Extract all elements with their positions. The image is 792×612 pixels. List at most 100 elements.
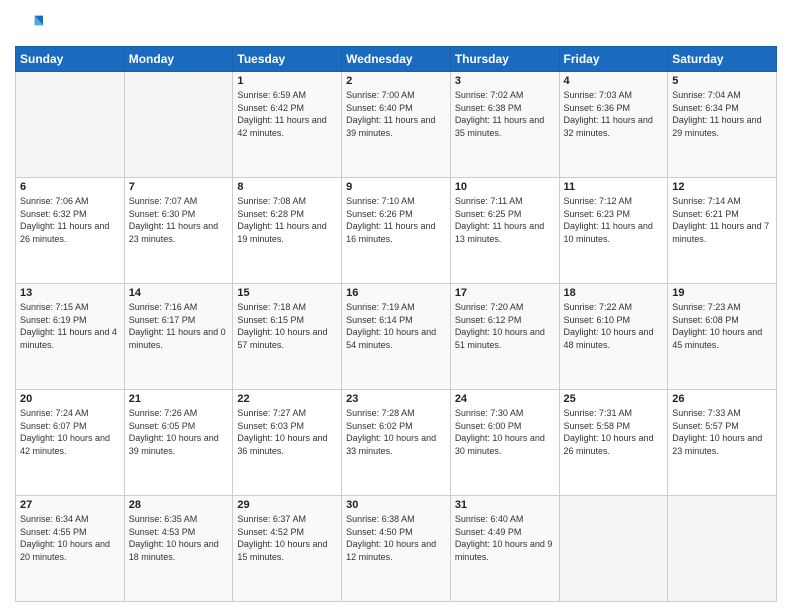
calendar-cell: 19 Sunrise: 7:23 AMSunset: 6:08 PMDayligh… bbox=[668, 284, 777, 390]
day-content: Sunrise: 7:02 AMSunset: 6:38 PMDaylight:… bbox=[455, 89, 555, 139]
day-content: Sunrise: 7:31 AMSunset: 5:58 PMDaylight:… bbox=[564, 407, 664, 457]
day-number: 27 bbox=[20, 499, 120, 511]
day-content: Sunrise: 6:40 AMSunset: 4:49 PMDaylight:… bbox=[455, 513, 555, 563]
day-content: Sunrise: 7:20 AMSunset: 6:12 PMDaylight:… bbox=[455, 301, 555, 351]
day-number: 18 bbox=[564, 287, 664, 299]
day-number: 22 bbox=[237, 393, 337, 405]
calendar-cell: 31Sunrise: 6:40 AMSunset: 4:49 PMDayligh… bbox=[450, 496, 559, 602]
calendar-cell: 8 Sunrise: 7:08 AMSunset: 6:28 PMDaylight… bbox=[233, 178, 342, 284]
day-content: Sunrise: 7:08 AMSunset: 6:28 PMDaylight:… bbox=[237, 195, 337, 245]
day-number: 13 bbox=[20, 287, 120, 299]
day-content: Sunrise: 7:19 AMSunset: 6:14 PMDaylight:… bbox=[346, 301, 446, 351]
calendar-cell bbox=[668, 496, 777, 602]
day-number: 7 bbox=[129, 181, 229, 193]
day-content: Sunrise: 6:38 AMSunset: 4:50 PMDaylight:… bbox=[346, 513, 446, 563]
day-header-monday: Monday bbox=[124, 47, 233, 72]
day-number: 17 bbox=[455, 287, 555, 299]
day-number: 9 bbox=[346, 181, 446, 193]
day-content: Sunrise: 7:11 AMSunset: 6:25 PMDaylight:… bbox=[455, 195, 555, 245]
calendar-cell: 2 Sunrise: 7:00 AMSunset: 6:40 PMDaylight… bbox=[342, 72, 451, 178]
calendar-cell: 9 Sunrise: 7:10 AMSunset: 6:26 PMDaylight… bbox=[342, 178, 451, 284]
calendar-cell: 18 Sunrise: 7:22 AMSunset: 6:10 PMDayligh… bbox=[559, 284, 668, 390]
day-number: 8 bbox=[237, 181, 337, 193]
calendar-cell: 14 Sunrise: 7:16 AMSunset: 6:17 PMDayligh… bbox=[124, 284, 233, 390]
calendar-cell bbox=[16, 72, 125, 178]
calendar-cell: 30Sunrise: 6:38 AMSunset: 4:50 PMDayligh… bbox=[342, 496, 451, 602]
day-header-saturday: Saturday bbox=[668, 47, 777, 72]
day-content: Sunrise: 7:06 AMSunset: 6:32 PMDaylight:… bbox=[20, 195, 120, 245]
calendar-cell: 10 Sunrise: 7:11 AMSunset: 6:25 PMDayligh… bbox=[450, 178, 559, 284]
calendar-cell: 29 Sunrise: 6:37 AMSunset: 4:52 PMDayligh… bbox=[233, 496, 342, 602]
day-number: 11 bbox=[564, 181, 664, 193]
day-number: 28 bbox=[129, 499, 229, 511]
day-number: 21 bbox=[129, 393, 229, 405]
day-content: Sunrise: 7:26 AMSunset: 6:05 PMDaylight:… bbox=[129, 407, 229, 457]
calendar-cell: 27 Sunrise: 6:34 AMSunset: 4:55 PMDayligh… bbox=[16, 496, 125, 602]
day-number: 25 bbox=[564, 393, 664, 405]
day-header-sunday: Sunday bbox=[16, 47, 125, 72]
day-content: Sunrise: 7:28 AMSunset: 6:02 PMDaylight:… bbox=[346, 407, 446, 457]
day-content: Sunrise: 7:16 AMSunset: 6:17 PMDaylight:… bbox=[129, 301, 229, 351]
day-header-wednesday: Wednesday bbox=[342, 47, 451, 72]
calendar-week-1: 1 Sunrise: 6:59 AMSunset: 6:42 PMDaylight… bbox=[16, 72, 777, 178]
calendar-header-row: SundayMondayTuesdayWednesdayThursdayFrid… bbox=[16, 47, 777, 72]
calendar-cell: 13 Sunrise: 7:15 AMSunset: 6:19 PMDayligh… bbox=[16, 284, 125, 390]
day-content: Sunrise: 7:00 AMSunset: 6:40 PMDaylight:… bbox=[346, 89, 446, 139]
day-header-thursday: Thursday bbox=[450, 47, 559, 72]
day-number: 1 bbox=[237, 75, 337, 87]
day-content: Sunrise: 6:35 AMSunset: 4:53 PMDaylight:… bbox=[129, 513, 229, 563]
calendar-cell: 26 Sunrise: 7:33 AMSunset: 5:57 PMDayligh… bbox=[668, 390, 777, 496]
day-header-tuesday: Tuesday bbox=[233, 47, 342, 72]
day-content: Sunrise: 6:34 AMSunset: 4:55 PMDaylight:… bbox=[20, 513, 120, 563]
day-number: 26 bbox=[672, 393, 772, 405]
calendar-cell: 22 Sunrise: 7:27 AMSunset: 6:03 PMDayligh… bbox=[233, 390, 342, 496]
calendar-week-2: 6 Sunrise: 7:06 AMSunset: 6:32 PMDaylight… bbox=[16, 178, 777, 284]
day-content: Sunrise: 7:23 AMSunset: 6:08 PMDaylight:… bbox=[672, 301, 772, 351]
day-number: 29 bbox=[237, 499, 337, 511]
day-content: Sunrise: 7:33 AMSunset: 5:57 PMDaylight:… bbox=[672, 407, 772, 457]
day-number: 14 bbox=[129, 287, 229, 299]
calendar-cell: 12Sunrise: 7:14 AMSunset: 6:21 PMDayligh… bbox=[668, 178, 777, 284]
day-content: Sunrise: 7:04 AMSunset: 6:34 PMDaylight:… bbox=[672, 89, 772, 139]
logo-icon bbox=[15, 10, 43, 38]
calendar-cell: 21 Sunrise: 7:26 AMSunset: 6:05 PMDayligh… bbox=[124, 390, 233, 496]
day-number: 10 bbox=[455, 181, 555, 193]
day-number: 24 bbox=[455, 393, 555, 405]
calendar-cell: 16 Sunrise: 7:19 AMSunset: 6:14 PMDayligh… bbox=[342, 284, 451, 390]
day-content: Sunrise: 7:27 AMSunset: 6:03 PMDaylight:… bbox=[237, 407, 337, 457]
calendar-cell: 4Sunrise: 7:03 AMSunset: 6:36 PMDaylight… bbox=[559, 72, 668, 178]
day-number: 5 bbox=[672, 75, 772, 87]
day-content: Sunrise: 6:37 AMSunset: 4:52 PMDaylight:… bbox=[237, 513, 337, 563]
calendar-table: SundayMondayTuesdayWednesdayThursdayFrid… bbox=[15, 46, 777, 602]
day-content: Sunrise: 7:10 AMSunset: 6:26 PMDaylight:… bbox=[346, 195, 446, 245]
calendar-cell: 17 Sunrise: 7:20 AMSunset: 6:12 PMDayligh… bbox=[450, 284, 559, 390]
day-header-friday: Friday bbox=[559, 47, 668, 72]
calendar-cell: 23Sunrise: 7:28 AMSunset: 6:02 PMDayligh… bbox=[342, 390, 451, 496]
day-number: 16 bbox=[346, 287, 446, 299]
day-number: 19 bbox=[672, 287, 772, 299]
calendar-cell: 24 Sunrise: 7:30 AMSunset: 6:00 PMDayligh… bbox=[450, 390, 559, 496]
calendar-cell: 25 Sunrise: 7:31 AMSunset: 5:58 PMDayligh… bbox=[559, 390, 668, 496]
calendar-week-3: 13 Sunrise: 7:15 AMSunset: 6:19 PMDayligh… bbox=[16, 284, 777, 390]
page: SundayMondayTuesdayWednesdayThursdayFrid… bbox=[0, 0, 792, 612]
day-number: 3 bbox=[455, 75, 555, 87]
header bbox=[15, 10, 777, 38]
calendar-cell: 20Sunrise: 7:24 AMSunset: 6:07 PMDayligh… bbox=[16, 390, 125, 496]
calendar-cell bbox=[559, 496, 668, 602]
day-content: Sunrise: 7:18 AMSunset: 6:15 PMDaylight:… bbox=[237, 301, 337, 351]
day-number: 15 bbox=[237, 287, 337, 299]
logo bbox=[15, 10, 47, 38]
day-number: 12 bbox=[672, 181, 772, 193]
calendar-cell: 3 Sunrise: 7:02 AMSunset: 6:38 PMDaylight… bbox=[450, 72, 559, 178]
day-content: Sunrise: 7:15 AMSunset: 6:19 PMDaylight:… bbox=[20, 301, 120, 351]
day-number: 2 bbox=[346, 75, 446, 87]
day-content: Sunrise: 7:22 AMSunset: 6:10 PMDaylight:… bbox=[564, 301, 664, 351]
day-number: 4 bbox=[564, 75, 664, 87]
calendar-cell: 7Sunrise: 7:07 AMSunset: 6:30 PMDaylight… bbox=[124, 178, 233, 284]
day-number: 20 bbox=[20, 393, 120, 405]
calendar-week-5: 27 Sunrise: 6:34 AMSunset: 4:55 PMDayligh… bbox=[16, 496, 777, 602]
day-content: Sunrise: 7:12 AMSunset: 6:23 PMDaylight:… bbox=[564, 195, 664, 245]
day-number: 6 bbox=[20, 181, 120, 193]
day-content: Sunrise: 7:30 AMSunset: 6:00 PMDaylight:… bbox=[455, 407, 555, 457]
day-content: Sunrise: 6:59 AMSunset: 6:42 PMDaylight:… bbox=[237, 89, 337, 139]
